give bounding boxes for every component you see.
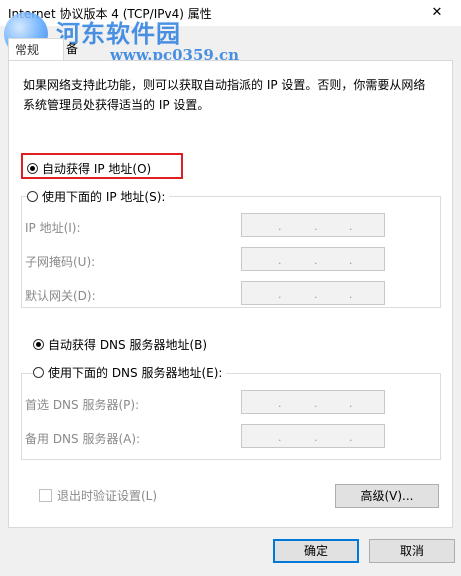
default-gateway-label: 默认网关(D): — [25, 289, 96, 303]
radio-manual-ip-indicator[interactable] — [27, 191, 38, 202]
ip-dot: . — [349, 220, 353, 233]
ip-dot: . — [278, 288, 282, 301]
radio-auto-ip[interactable]: 自动获得 IP 地址(O) — [27, 160, 151, 177]
radio-auto-dns[interactable]: 自动获得 DNS 服务器地址(B) — [33, 336, 207, 353]
radio-auto-dns-indicator[interactable] — [33, 339, 44, 350]
advanced-button[interactable]: 高级(V)... — [335, 484, 439, 508]
preferred-dns-input[interactable]: . . . — [241, 390, 385, 414]
radio-manual-dns-label: 使用下面的 DNS 服务器地址(E): — [48, 366, 223, 380]
close-button[interactable]: ✕ — [415, 0, 459, 26]
ip-dot: . — [349, 254, 353, 267]
alternate-dns-input[interactable]: . . . — [241, 424, 385, 448]
ip-dot: . — [314, 431, 318, 444]
subnet-mask-label: 子网掩码(U): — [25, 255, 96, 269]
radio-manual-ip-label: 使用下面的 IP 地址(S): — [42, 190, 166, 204]
radio-auto-dns-label: 自动获得 DNS 服务器地址(B) — [48, 338, 208, 352]
alternate-dns-label: 备用 DNS 服务器(A): — [25, 432, 141, 446]
tab-alternate-config[interactable]: 备用配置 — [60, 38, 84, 122]
subnet-mask-input[interactable]: . . . — [241, 247, 385, 271]
ip-dot: . — [349, 288, 353, 301]
tab-general[interactable]: 常规 — [8, 38, 64, 61]
ip-dot: . — [349, 431, 353, 444]
ip-dot: . — [278, 254, 282, 267]
window-title: Internet 协议版本 4 (TCP/IPv4) 属性 — [8, 7, 212, 21]
validate-on-exit-checkbox[interactable] — [39, 489, 52, 502]
ip-address-label: IP 地址(I): — [25, 221, 81, 235]
description-text: 如果网络支持此功能，则可以获取自动指派的 IP 设置。否则，你需要从网络系统管理… — [23, 78, 426, 112]
ip-dot: . — [278, 397, 282, 410]
title-bar: Internet 协议版本 4 (TCP/IPv4) 属性 ✕ — [0, 0, 461, 26]
ip-dot: . — [349, 397, 353, 410]
general-panel: 如果网络支持此功能，则可以获取自动指派的 IP 设置。否则，你需要从网络系统管理… — [8, 60, 453, 528]
ip-address-input[interactable]: . . . — [241, 213, 385, 237]
radio-manual-dns-indicator[interactable] — [33, 367, 44, 378]
radio-auto-ip-label: 自动获得 IP 地址(O) — [42, 162, 152, 176]
radio-manual-dns[interactable]: 使用下面的 DNS 服务器地址(E): — [33, 364, 227, 381]
ip-dot: . — [278, 431, 282, 444]
validate-on-exit-label: 退出时验证设置(L) — [57, 489, 158, 503]
ip-dot: . — [314, 254, 318, 267]
radio-manual-ip[interactable]: 使用下面的 IP 地址(S): — [27, 188, 170, 205]
cancel-button[interactable]: 取消 — [369, 539, 455, 563]
default-gateway-input[interactable]: . . . — [241, 281, 385, 305]
validate-on-exit[interactable]: 退出时验证设置(L) — [39, 487, 157, 504]
ip-dot: . — [314, 220, 318, 233]
ip-dot: . — [314, 397, 318, 410]
ok-button[interactable]: 确定 — [273, 539, 359, 563]
ip-dot: . — [314, 288, 318, 301]
radio-auto-ip-indicator[interactable] — [27, 163, 38, 174]
ip-dot: . — [278, 220, 282, 233]
preferred-dns-label: 首选 DNS 服务器(P): — [25, 398, 140, 412]
